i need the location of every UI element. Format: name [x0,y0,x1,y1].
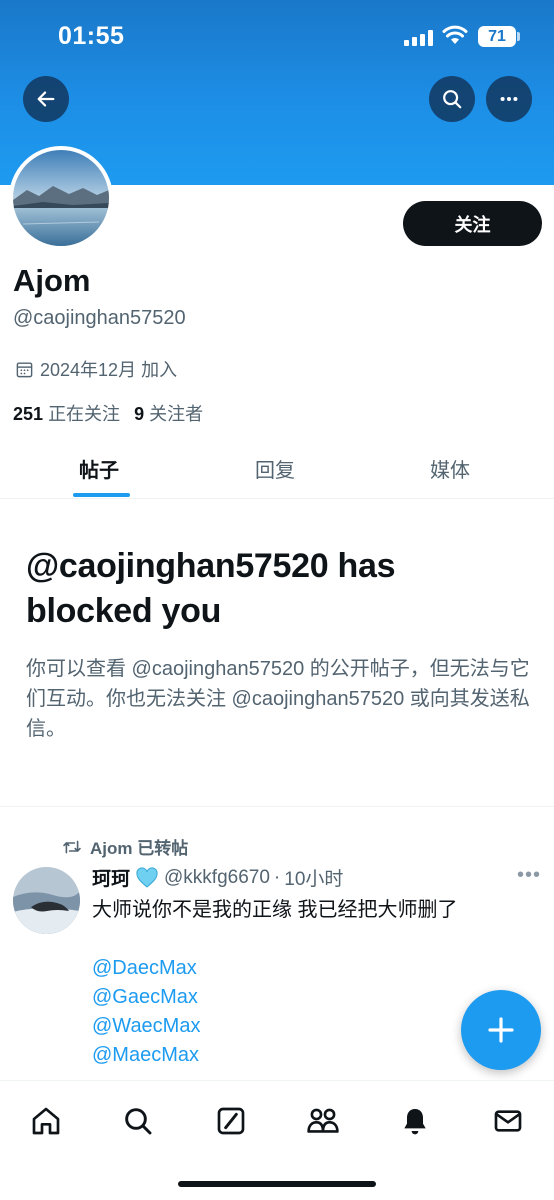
mention-link[interactable]: @MaecMax [92,1041,200,1070]
status-time: 01:55 [58,22,125,50]
back-button[interactable] [23,76,69,122]
tweet-more-icon[interactable]: ••• [517,864,541,887]
messages-icon [494,1110,522,1132]
tweet-mentions: @DaecMax @GaecMax @WaecMax @MaecMax [92,954,200,1070]
plus-icon [488,1017,514,1043]
nav-messages[interactable] [488,1101,528,1141]
nav-communities[interactable] [303,1101,343,1141]
followers-stat[interactable]: 9 关注者 [134,400,203,426]
notifications-icon [404,1109,426,1135]
follow-button[interactable]: 关注 [403,201,542,246]
nav-search[interactable] [118,1101,158,1141]
compose-button[interactable] [461,990,541,1070]
nav-notifications[interactable] [395,1101,435,1141]
profile-tabs: 帖子 回复 媒体 [0,440,554,499]
active-tab-indicator [73,493,130,497]
status-bar: 01:55 71 [0,0,554,72]
tweet-text: 大师说你不是我的正缘 我已经把大师删了 [92,899,458,921]
search-button[interactable] [429,76,475,122]
followers-count: 9 [134,404,145,424]
grok-icon [217,1107,245,1135]
lake-landscape-image [13,150,109,246]
wifi-icon [442,25,468,44]
battery-tip [517,32,520,41]
more-horizontal-icon [500,96,518,102]
following-stat[interactable]: 251 正在关注 [13,400,120,426]
home-icon [32,1107,60,1135]
joined-text: 2024年12月 加入 [40,360,178,380]
blue-heart-icon [136,866,158,888]
communities-icon [307,1108,339,1133]
tweet-author-name[interactable]: 珂珂 [92,864,130,891]
retweet-indicator[interactable]: Ajom 已转帖 [62,834,188,859]
cellular-signal-icon [404,30,434,46]
search-icon [125,1108,152,1135]
tweet-author-avatar[interactable] [13,867,80,934]
profile-handle: @caojinghan57520 [13,307,186,329]
retweet-label: Ajom 已转帖 [90,839,189,858]
following-label: 正在关注 [48,404,121,424]
mention-link[interactable]: @GaecMax [92,983,200,1012]
followers-label: 关注者 [149,404,204,424]
nav-home[interactable] [26,1101,66,1141]
tab-replies[interactable]: 回复 [255,454,295,483]
following-count: 251 [13,404,44,424]
section-divider [0,806,554,807]
tweet-header: 珂珂 @kkkfg6670 · 10小时 [92,864,343,891]
author-photo-image [13,867,80,934]
blocked-description: 你可以查看 @caojinghan57520 的公开帖子，但无法与它们互动。你也… [26,658,530,740]
retweet-icon [63,840,81,853]
battery-icon: 71 [478,26,516,47]
joined-date: 2024年12月 加入 [15,356,177,382]
mention-link[interactable]: @DaecMax [92,954,200,983]
profile-display-name: Ajom [13,263,91,298]
tab-media[interactable]: 媒体 [430,454,470,483]
tweet-time[interactable]: 10小时 [284,864,343,891]
more-button[interactable] [486,76,532,122]
tweet-author-handle[interactable]: @kkkfg6670 [164,867,270,889]
nav-grok[interactable] [211,1101,251,1141]
tab-posts[interactable]: 帖子 [79,454,119,483]
follow-stats: 251 正在关注 9 关注者 [13,400,203,426]
home-indicator [178,1181,376,1187]
profile-avatar[interactable] [9,146,113,250]
arrow-left-icon [37,91,55,107]
blocked-title: @caojinghan57520 has blocked you [26,547,396,630]
calendar-icon [16,361,33,377]
meta-separator-dot: · [273,866,281,888]
mention-link[interactable]: @WaecMax [92,1012,200,1041]
search-icon [443,90,462,109]
